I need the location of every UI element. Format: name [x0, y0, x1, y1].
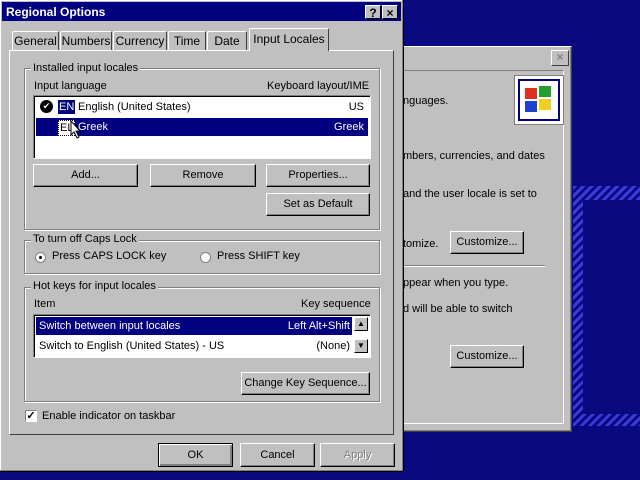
column-header-layout: Keyboard layout/IME [267, 80, 370, 92]
tab-numbers[interactable]: Numbers [60, 31, 112, 50]
tab-date[interactable]: Date [207, 31, 247, 50]
window-title: Regional Options [6, 5, 106, 19]
apply-button: Apply [320, 443, 395, 467]
language-code-badge: EN [58, 100, 76, 114]
customize-button[interactable]: Customize... [450, 345, 524, 368]
background-close-icon[interactable]: × [551, 50, 569, 66]
hotkey-item: Switch to English (United States) - US [39, 340, 225, 352]
scroll-up-icon[interactable]: ▲ [354, 317, 368, 331]
capslock-radio-label[interactable]: Press CAPS LOCK key [52, 250, 166, 262]
indicator-checkbox-label[interactable]: Enable indicator on taskbar [42, 410, 175, 422]
set-default-button[interactable]: Set as Default [266, 193, 370, 216]
tab-time[interactable]: Time [168, 31, 206, 50]
background-text: nguages. [403, 95, 449, 107]
windows-flag-icon [514, 75, 564, 125]
group-label: Installed input locales [31, 62, 141, 74]
title-bar[interactable]: Regional Options ? × [2, 2, 401, 21]
hotkey-item: Switch between input locales [39, 320, 181, 332]
language-name: Greek [78, 121, 108, 133]
scroll-down-icon[interactable]: ▼ [354, 339, 368, 353]
shift-radio-label[interactable]: Press SHIFT key [217, 250, 300, 262]
installed-locales-list[interactable]: ✔ EN English (United States) US EL Greek… [33, 95, 371, 159]
tab-currency[interactable]: Currency [113, 31, 167, 50]
customize-button[interactable]: Customize... [450, 231, 524, 254]
remove-button[interactable]: Remove [150, 164, 256, 187]
tab-input-locales[interactable]: Input Locales [249, 28, 329, 51]
table-row[interactable]: Switch to English (United States) - US (… [36, 337, 352, 355]
properties-button[interactable]: Properties... [266, 164, 370, 187]
group-label: To turn off Caps Lock [31, 233, 139, 245]
help-icon[interactable]: ? [365, 5, 381, 20]
background-text: d will be able to switch [403, 303, 513, 315]
column-header-language: Input language [34, 80, 107, 92]
group-label: Hot keys for input locales [31, 280, 158, 292]
hotkeys-list[interactable]: Switch between input locales Left Alt+Sh… [33, 314, 371, 358]
list-item[interactable]: EL Greek Greek [36, 118, 368, 136]
keyboard-layout: US [348, 101, 364, 113]
language-name: English (United States) [78, 101, 191, 113]
add-button[interactable]: Add... [33, 164, 138, 187]
capslock-radio[interactable] [35, 252, 46, 263]
ok-button[interactable]: OK [158, 443, 233, 467]
background-text: ppear when you type. [403, 277, 509, 289]
column-header-item: Item [34, 298, 56, 310]
tab-general[interactable]: General [12, 31, 59, 50]
hotkey-sequence: (None) [316, 340, 350, 352]
column-header-sequence: Key sequence [301, 298, 371, 310]
indicator-checkbox[interactable]: ✓ [25, 410, 37, 422]
change-key-sequence-button[interactable]: Change Key Sequence... [241, 372, 370, 395]
table-row[interactable]: Switch between input locales Left Alt+Sh… [36, 317, 352, 335]
default-check-icon: ✔ [40, 100, 53, 113]
mouse-cursor-icon [70, 120, 82, 139]
keyboard-layout: Greek [334, 121, 364, 133]
regional-options-dialog: Regional Options ? × General Numbers Cur… [0, 0, 404, 472]
desktop-hatch-inner [583, 200, 640, 414]
hotkey-sequence: Left Alt+Shift [287, 320, 350, 332]
close-icon[interactable]: × [382, 5, 398, 20]
shift-radio[interactable] [200, 252, 211, 263]
cancel-button[interactable]: Cancel [240, 443, 315, 467]
list-item[interactable]: ✔ EN English (United States) US [36, 98, 368, 116]
background-text: tomize. [403, 238, 439, 250]
background-text: and the user locale is set to [403, 188, 537, 200]
separator [403, 265, 545, 267]
background-text: mbers, currencies, and dates [403, 150, 545, 162]
